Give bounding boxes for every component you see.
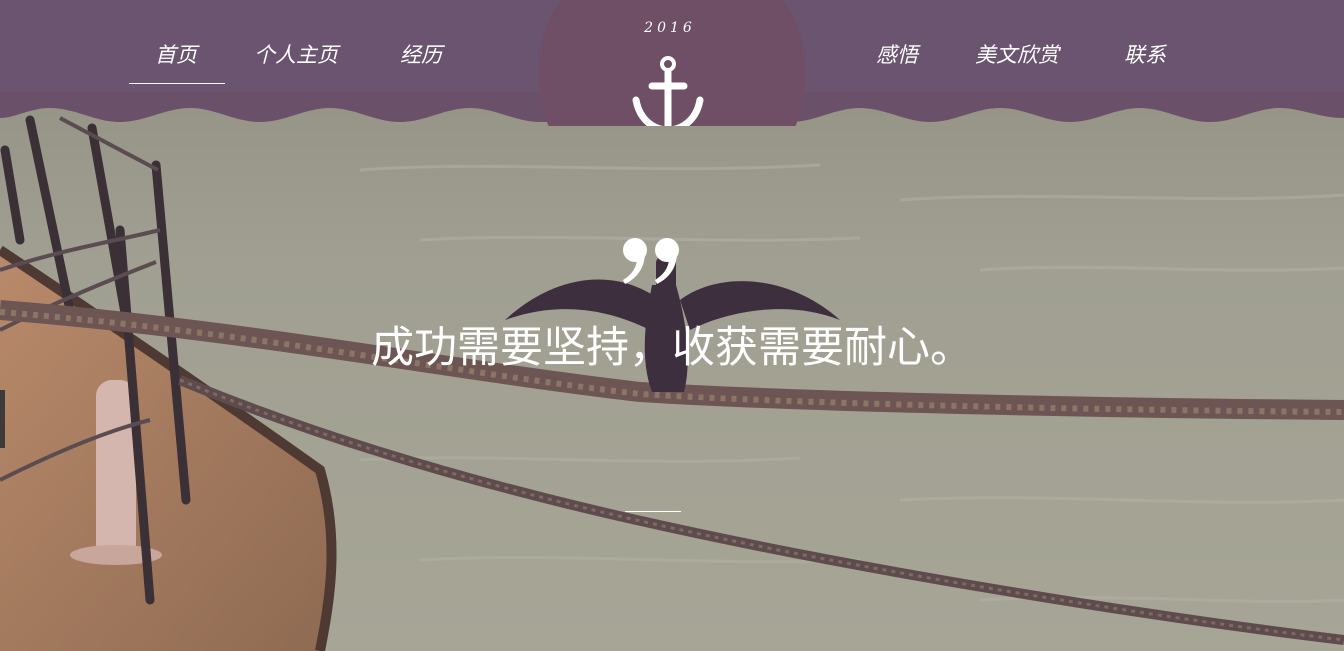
- logo-year: 2016: [644, 20, 696, 36]
- nav-experience[interactable]: 经历: [400, 38, 442, 72]
- nav-home[interactable]: 首页: [155, 38, 197, 72]
- side-tab[interactable]: [0, 390, 5, 448]
- header-bar: H A R B O U R 2016 首页 个人主页 经历 感悟 美文欣赏 联系: [0, 0, 1344, 126]
- nav-essays[interactable]: 美文欣赏: [975, 38, 1059, 72]
- nav-active-underline: [129, 83, 225, 84]
- hero-divider: [625, 511, 681, 512]
- quote-mark-icon: [623, 238, 679, 284]
- nav-contact[interactable]: 联系: [1124, 38, 1166, 72]
- hero-slogan: 成功需要坚持，收获需要耐心。: [371, 323, 973, 373]
- nav-insights[interactable]: 感悟: [876, 38, 918, 72]
- nav-profile[interactable]: 个人主页: [254, 38, 338, 72]
- hero-section: H A R B O U R 2016 首页 个人主页 经历 感悟 美文欣赏 联系…: [0, 0, 1344, 651]
